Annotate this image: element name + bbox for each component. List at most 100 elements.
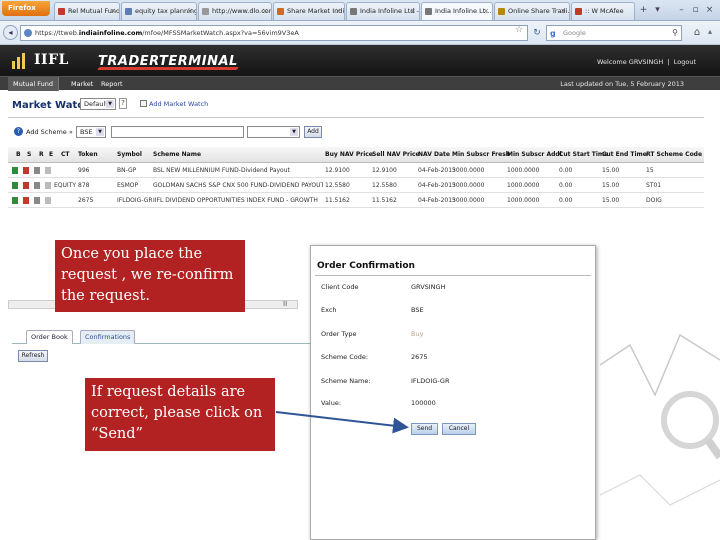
main-menu: Mutual Fund Market Report Last updated o… (0, 76, 720, 91)
callout-reconfirm: Once you place the request , we re-confi… (55, 240, 245, 312)
browser-tab[interactable]: India Infoline Ltd -... × (346, 2, 420, 20)
column-header[interactable]: E (49, 147, 53, 162)
redeem-icon[interactable] (34, 197, 40, 204)
table-row[interactable]: 2675 IFLDOIG-GR IIFL DIVIDEND OPPORTUNIT… (8, 193, 704, 208)
scroll-up-icon[interactable]: ▴ (708, 27, 712, 36)
divider (8, 117, 704, 118)
column-header[interactable]: Min Subscr Fresh (452, 147, 510, 162)
menu-mutual-fund[interactable]: Mutual Fund (8, 77, 59, 91)
chevron-down-icon: ▼ (106, 100, 114, 108)
close-tab-icon[interactable]: × (187, 3, 193, 20)
add-scheme-label: Add Scheme » (26, 128, 73, 136)
cancel-button[interactable]: Cancel (442, 423, 476, 435)
restore-icon[interactable]: ▫ (690, 4, 701, 16)
column-header[interactable]: Sell NAV Price (372, 147, 420, 162)
back-arrow-icon[interactable]: ◂ (3, 25, 18, 40)
browser-tab[interactable]: Rel Mutual Fund -...× (54, 2, 120, 20)
scroll-grip[interactable]: II (283, 300, 287, 308)
favicon-icon (125, 8, 132, 15)
scheme-select[interactable]: ▼ (247, 126, 300, 138)
sell-icon[interactable] (23, 167, 29, 174)
column-header[interactable]: Min Subscr Addl (507, 147, 562, 162)
divider (315, 275, 591, 276)
favicon-icon (350, 8, 357, 15)
edit-icon[interactable] (45, 167, 51, 174)
column-header[interactable]: RT Scheme Code (646, 147, 702, 162)
browser-nav-bar: ◂ https://ttweb.indiainfoline.com/mfoe/M… (0, 21, 720, 45)
column-header[interactable]: NAV Date (418, 147, 450, 162)
buy-icon[interactable] (12, 197, 18, 204)
browser-tab-active[interactable]: India Infoline Lt... × (421, 2, 493, 20)
bookmark-star-icon[interactable]: ☆ (515, 25, 523, 35)
address-bar[interactable]: https://ttweb.indiainfoline.com/mfoe/MFS… (20, 25, 528, 41)
browser-tab[interactable]: Share Market Indic...× (273, 2, 345, 20)
close-tab-icon[interactable]: × (110, 3, 116, 20)
close-tab-icon[interactable]: × (410, 3, 416, 20)
close-tab-icon[interactable]: × (262, 3, 268, 20)
column-header[interactable]: Token (78, 147, 98, 162)
table-row[interactable]: 996 BN-GP BSL NEW MILLENNIUM FUND-Divide… (8, 163, 704, 178)
column-header[interactable]: S (27, 147, 31, 162)
page-title: Market Watch (12, 100, 91, 111)
tab-list-chevron-icon[interactable]: ▾ (652, 4, 663, 16)
column-header[interactable]: R (39, 147, 44, 162)
buy-icon[interactable] (12, 182, 18, 189)
mcafee-icon (575, 8, 582, 15)
menu-report[interactable]: Report (96, 77, 128, 91)
column-header[interactable]: Cut End Time (602, 147, 647, 162)
column-header[interactable]: Symbol (117, 147, 142, 162)
browser-tab[interactable]: http://www.dlo.com/× (198, 2, 272, 20)
watchlist-select[interactable]: Default ▼ (80, 98, 116, 110)
menu-market[interactable]: Market (66, 77, 98, 91)
order-type-label: Order Type (321, 330, 357, 338)
exchange-select[interactable]: BSE ▼ (76, 126, 106, 138)
home-icon[interactable]: ⌂ (690, 25, 704, 41)
market-watch-table: B S R E CT Token Symbol Scheme Name Buy … (8, 147, 704, 208)
close-window-icon[interactable]: × (704, 4, 715, 16)
add-market-watch-link[interactable]: Add Market Watch (140, 100, 208, 108)
sell-icon[interactable] (23, 182, 29, 189)
edit-icon[interactable] (45, 197, 51, 204)
search-icon[interactable]: ⚲ (672, 26, 678, 40)
column-header[interactable]: CT (61, 147, 70, 162)
help-icon[interactable]: ? (119, 98, 127, 109)
table-header-row: B S R E CT Token Symbol Scheme Name Buy … (8, 147, 704, 163)
edit-icon[interactable] (45, 182, 51, 189)
favicon-icon (202, 8, 209, 15)
sell-icon[interactable] (23, 197, 29, 204)
info-icon[interactable]: ? (14, 127, 23, 136)
browser-tab-bar: Firefox Rel Mutual Fund -...× equity tax… (0, 0, 720, 21)
value-label: Value: (321, 399, 342, 407)
value-amount: 100000 (411, 399, 436, 407)
tab-order-book[interactable]: Order Book (26, 330, 73, 344)
close-tab-icon[interactable]: × (483, 3, 489, 20)
redeem-icon[interactable] (34, 182, 40, 189)
refresh-button[interactable]: Refresh (18, 350, 48, 362)
add-button[interactable]: Add (304, 126, 322, 138)
column-header[interactable]: B (16, 147, 21, 162)
close-tab-icon[interactable]: × (560, 3, 566, 20)
browser-tab[interactable]: :: W McAfee (571, 2, 635, 20)
browser-tab[interactable]: Online Share Tradi... × (494, 2, 570, 20)
redeem-icon[interactable] (34, 167, 40, 174)
minimize-icon[interactable]: – (676, 4, 687, 16)
reload-icon[interactable]: ↻ (530, 25, 544, 41)
buy-icon[interactable] (12, 167, 18, 174)
send-button[interactable]: Send (411, 423, 438, 435)
new-tab-icon[interactable]: + (638, 4, 649, 16)
column-header[interactable]: Buy NAV Price (325, 147, 373, 162)
column-header[interactable]: Scheme Name (153, 147, 201, 162)
search-input[interactable]: g Google ⚲ (546, 25, 682, 41)
client-code-label: Client Code (321, 283, 359, 291)
logout-link[interactable]: Logout (674, 58, 696, 66)
scheme-code-label: Scheme Code: (321, 353, 369, 361)
table-row[interactable]: EQUITY 878 ESMOP GOLDMAN SACHS S&P CNX 5… (8, 178, 704, 193)
browser-tab[interactable]: equity tax planning...× (121, 2, 197, 20)
tab-confirmations[interactable]: Confirmations (80, 330, 136, 344)
logo-mark-icon (12, 53, 30, 69)
column-header[interactable]: Cut Start Time (559, 147, 608, 162)
close-tab-icon[interactable]: × (335, 3, 341, 20)
scheme-input[interactable] (111, 126, 244, 138)
favicon-icon (498, 8, 505, 15)
firefox-menu-button[interactable]: Firefox (2, 1, 50, 16)
